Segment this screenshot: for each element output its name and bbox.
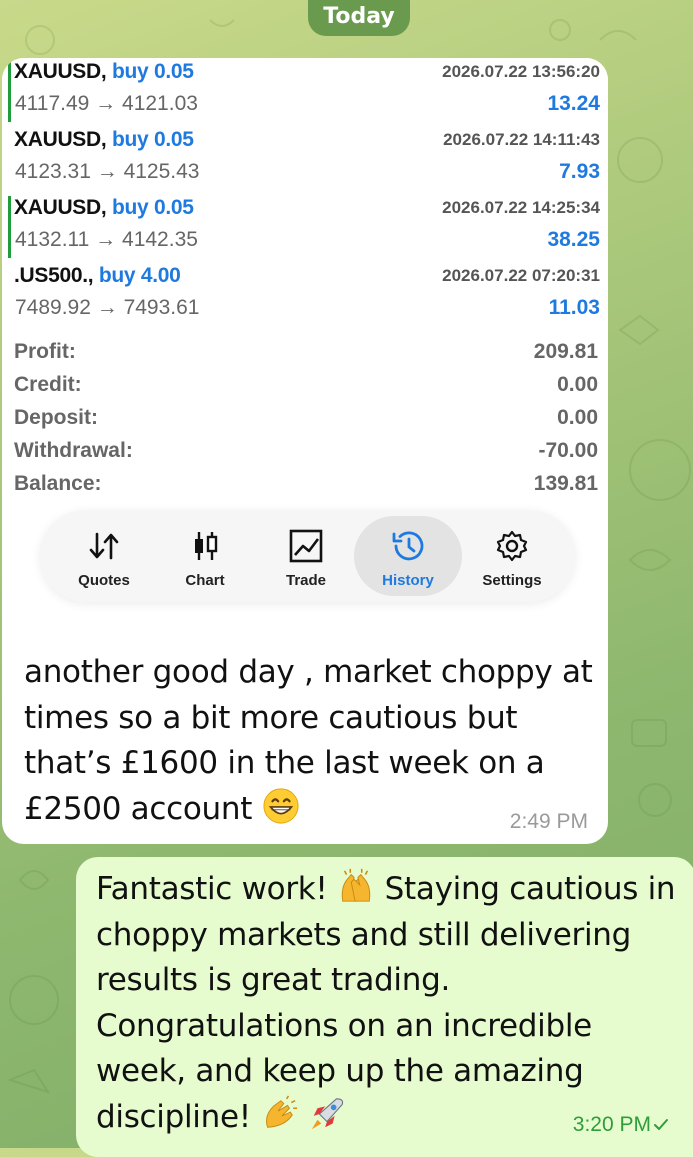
summary-balance-row: Balance: 139.81 — [2, 472, 608, 505]
trade-prices: 4117.49 → 4121.03 — [15, 92, 198, 115]
buy-indicator-bar — [8, 60, 11, 122]
tab-chart[interactable]: Chart — [151, 516, 259, 596]
message-body: another good day , market choppy at time… — [24, 654, 593, 827]
tab-label: History — [382, 572, 434, 589]
trade-symbol: XAUUSD, buy 0.05 — [14, 60, 194, 83]
quotes-arrows-icon — [89, 532, 119, 560]
tab-label: Trade — [285, 572, 327, 589]
rocket-emoji — [311, 1097, 344, 1129]
tab-label: Quotes — [78, 572, 130, 589]
app-tab-bar: Quotes Chart Trade History Settings — [40, 510, 575, 602]
bubble-tail — [2, 830, 14, 844]
trade-symbol: XAUUSD, buy 0.05 — [14, 196, 194, 219]
trade-row: XAUUSD, buy 0.05 2026.07.22 14:25:34 413… — [2, 194, 608, 262]
summary-label: Deposit: — [14, 406, 98, 429]
outgoing-message-bubble[interactable]: Fantastic work! Staying cautious in chop… — [76, 857, 693, 1157]
clapping-hands-emoji — [266, 1095, 298, 1128]
summary-profit-row: Profit: 209.81 — [2, 340, 608, 373]
message-body-end: Staying cautious in choppy markets and s… — [96, 871, 676, 1135]
tab-label: Chart — [185, 572, 225, 589]
attached-screenshot[interactable]: XAUUSD, buy 0.05 2026.07.22 13:56:20 411… — [2, 58, 608, 636]
outgoing-message-text: Fantastic work! Staying cautious in chop… — [96, 867, 691, 1140]
trade-prices: 4123.31 → 4125.43 — [15, 160, 200, 183]
trade-symbol: XAUUSD, buy 0.05 — [14, 128, 194, 151]
time-label: 3:20 PM — [572, 1113, 651, 1136]
trade-row: .US500., buy 4.00 2026.07.22 07:20:31 74… — [2, 262, 608, 330]
trade-symbol: .US500., buy 4.00 — [14, 264, 181, 287]
trade-row: XAUUSD, buy 0.05 2026.07.22 14:11:43 412… — [2, 126, 608, 194]
trade-side: buy 0.05 — [111, 196, 194, 219]
summary-value: 209.81 — [533, 340, 598, 363]
trade-chart-icon — [289, 529, 323, 563]
summary-value: 139.81 — [533, 472, 598, 495]
summary-value: 0.00 — [557, 373, 598, 396]
trade-time: 2026.07.22 13:56:20 — [442, 62, 600, 81]
tab-settings[interactable]: Settings — [458, 516, 566, 596]
outgoing-message-time: 3:20 PM — [573, 1113, 669, 1137]
tab-trade[interactable]: Trade — [252, 516, 360, 596]
trade-row: XAUUSD, buy 0.05 2026.07.22 13:56:20 411… — [2, 58, 608, 126]
summary-label: Credit: — [14, 373, 82, 396]
trade-side: buy 0.05 — [111, 128, 194, 151]
summary-credit-row: Credit: 0.00 — [2, 373, 608, 406]
trade-profit: 7.93 — [559, 160, 600, 183]
trade-side: buy 0.05 — [111, 60, 194, 83]
raising-hands-emoji — [341, 868, 371, 902]
trade-side: buy 4.00 — [98, 264, 181, 287]
date-separator-pill: Today — [308, 0, 410, 36]
trade-profit: 38.25 — [547, 228, 600, 251]
trade-prices: 7489.92 → 7493.61 — [15, 296, 200, 319]
incoming-message-time: 2:49 PM — [509, 810, 588, 833]
grinning-face-emoji — [263, 787, 299, 824]
trade-prices: 4132.11 → 4142.35 — [15, 228, 198, 251]
incoming-message-text: another good day , market choppy at time… — [24, 650, 594, 832]
incoming-message-bubble[interactable]: XAUUSD, buy 0.05 2026.07.22 13:56:20 411… — [2, 58, 608, 844]
trade-time: 2026.07.22 07:20:31 — [442, 266, 600, 285]
summary-value: 0.00 — [557, 406, 598, 429]
summary-label: Balance: — [14, 472, 102, 495]
history-clock-icon — [392, 531, 424, 561]
candlestick-icon — [195, 532, 218, 560]
trade-profit: 11.03 — [548, 296, 600, 319]
tab-label: Settings — [482, 572, 542, 589]
tab-history[interactable]: History — [354, 516, 462, 596]
summary-label: Withdrawal: — [14, 439, 133, 462]
trade-time: 2026.07.22 14:25:34 — [442, 198, 600, 217]
trade-time: 2026.07.22 14:11:43 — [443, 130, 600, 149]
gear-icon — [496, 530, 528, 562]
trade-profit: 13.24 — [547, 92, 600, 115]
summary-withdrawal-row: Withdrawal: -70.00 — [2, 439, 608, 472]
buy-indicator-bar — [8, 196, 11, 258]
tab-quotes[interactable]: Quotes — [50, 516, 158, 596]
message-body-start: Fantastic work! — [96, 871, 328, 907]
summary-value: -70.00 — [538, 439, 598, 462]
delivered-check-icon — [654, 1119, 668, 1131]
summary-deposit-row: Deposit: 0.00 — [2, 406, 608, 439]
summary-label: Profit: — [14, 340, 76, 363]
